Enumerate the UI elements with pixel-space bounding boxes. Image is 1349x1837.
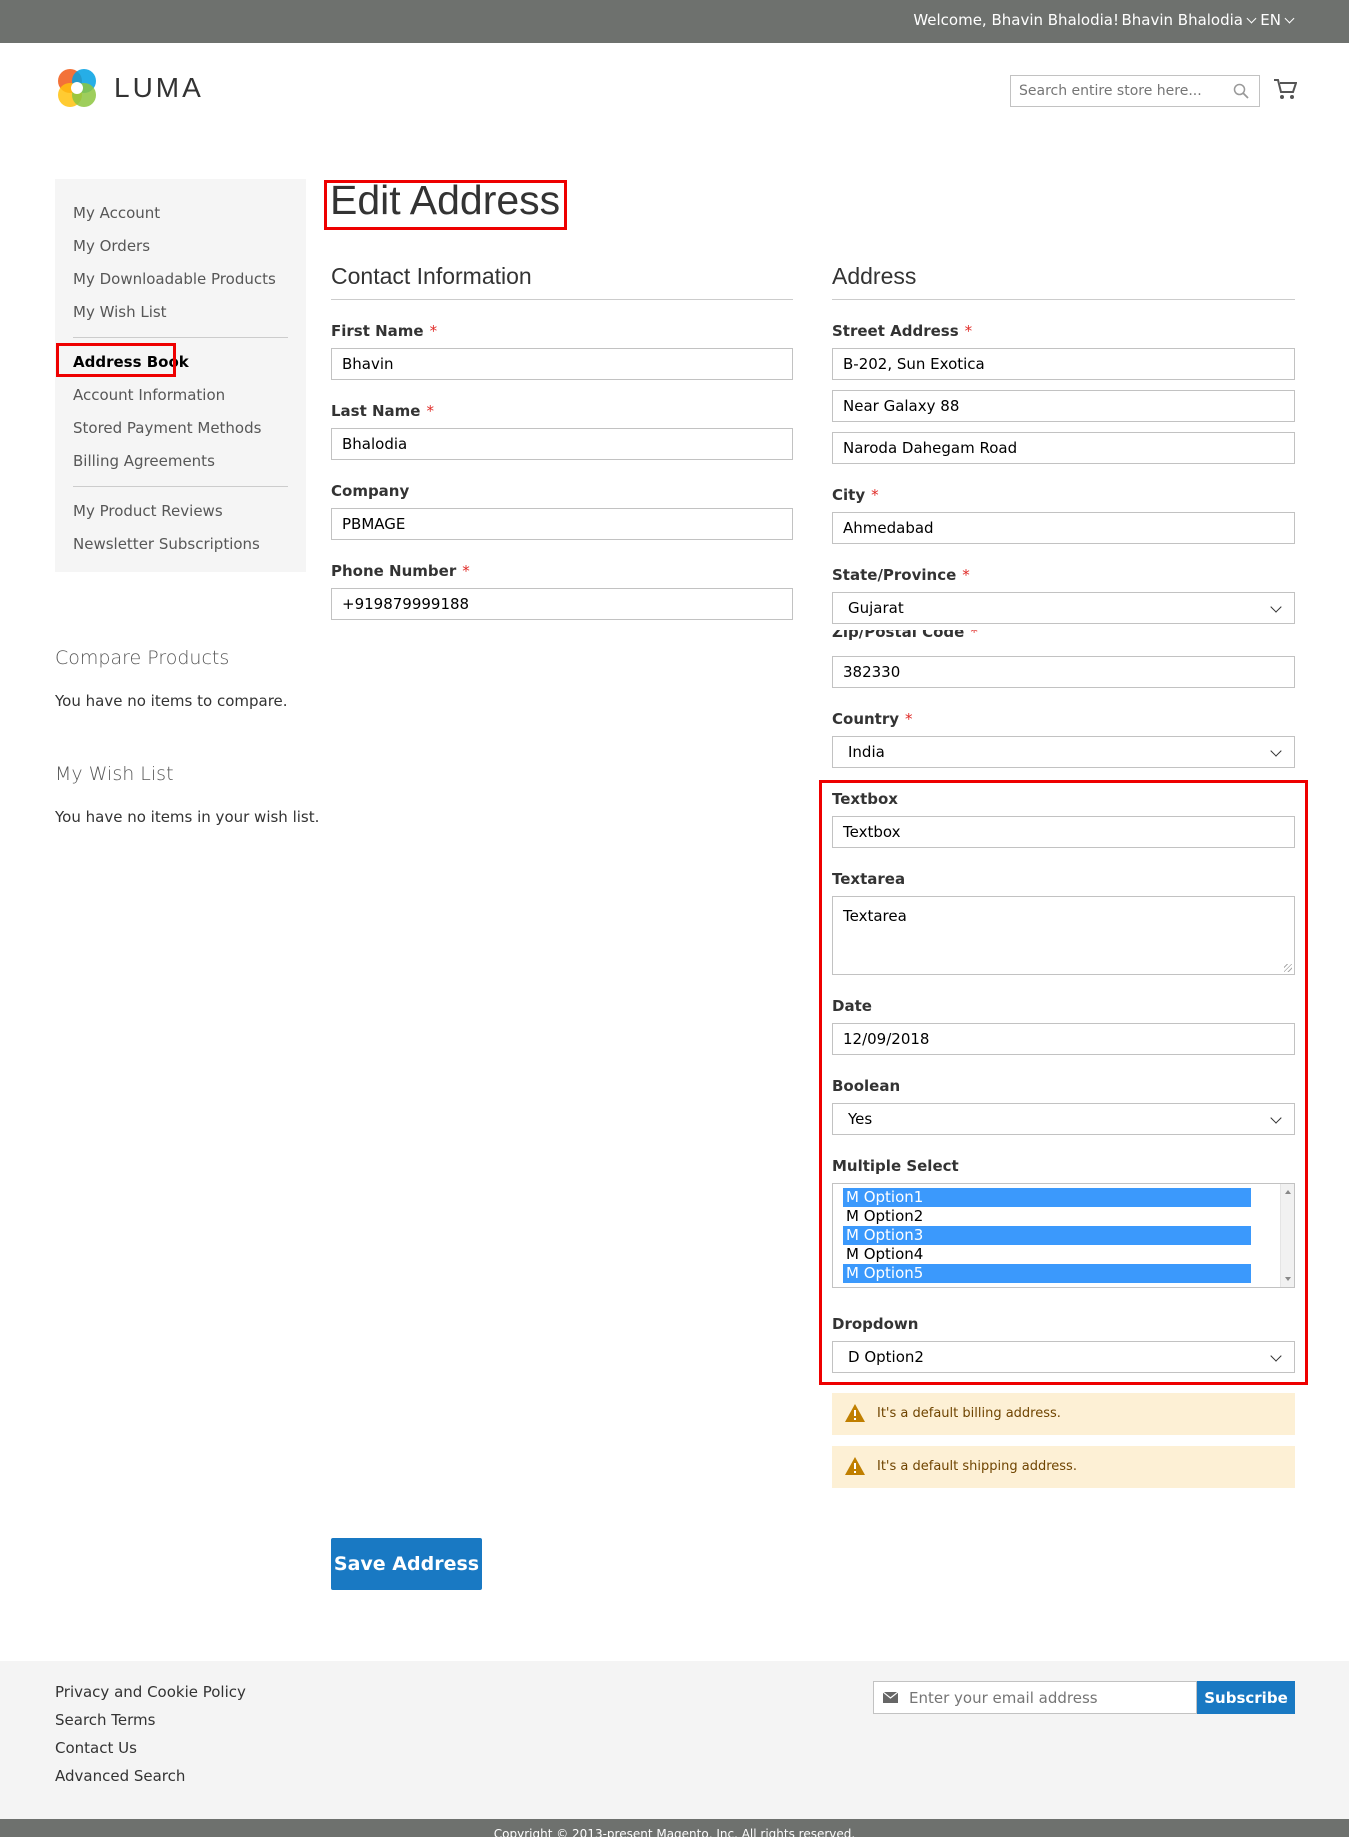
chevron-down-icon xyxy=(1246,13,1257,24)
subscribe-button[interactable]: Subscribe xyxy=(1197,1681,1295,1714)
textbox-label: Textbox xyxy=(832,790,898,808)
warning-icon xyxy=(845,1404,865,1422)
state-label: State/Province * xyxy=(832,566,970,584)
textbox-input[interactable]: Textbox xyxy=(832,816,1295,848)
welcome-message: Welcome, Bhavin Bhalodia! xyxy=(913,11,1119,29)
street-line2-input[interactable]: Near Galaxy 88 xyxy=(832,390,1295,422)
copyright: Copyright © 2013-present Magento, Inc. A… xyxy=(0,1819,1349,1837)
city-input[interactable]: Ahmedabad xyxy=(832,512,1295,544)
language-label: EN xyxy=(1260,11,1281,29)
compare-products-title: Compare Products xyxy=(55,647,230,669)
first-name-input[interactable]: Bhavin xyxy=(331,348,793,380)
company-label: Company xyxy=(331,482,410,500)
address-section-title: Address xyxy=(832,263,917,289)
nav-account-information[interactable]: Account Information xyxy=(55,379,306,412)
multi-option[interactable]: M Option2 xyxy=(843,1207,1251,1226)
boolean-label: Boolean xyxy=(832,1077,901,1095)
footer-link-search-terms[interactable]: Search Terms xyxy=(55,1711,155,1729)
default-billing-notice: It's a default billing address. xyxy=(832,1393,1295,1435)
first-name-label: First Name * xyxy=(331,322,438,340)
nav-wish-list[interactable]: My Wish List xyxy=(55,296,306,329)
compare-products-empty: You have no items to compare. xyxy=(55,692,288,710)
nav-product-reviews[interactable]: My Product Reviews xyxy=(55,495,306,528)
dropdown-label: Dropdown xyxy=(832,1315,919,1333)
logo-text[interactable]: LUMA xyxy=(114,72,204,104)
wishlist-title: My Wish List xyxy=(55,763,174,785)
save-address-button[interactable]: Save Address xyxy=(331,1538,482,1590)
nav-billing-agreements[interactable]: Billing Agreements xyxy=(55,445,306,478)
multiple-select-label: Multiple Select xyxy=(832,1157,959,1175)
street-line1-input[interactable]: B-202, Sun Exotica xyxy=(832,348,1295,380)
annotation-highlight-box xyxy=(56,343,176,377)
multiple-select[interactable]: M Option1 M Option2 M Option3 M Option4 … xyxy=(832,1183,1295,1288)
street-line3-input[interactable]: Naroda Dahegam Road xyxy=(832,432,1295,464)
newsletter-email-input[interactable] xyxy=(909,1682,1189,1713)
warning-icon xyxy=(845,1457,865,1475)
street-label: Street Address * xyxy=(832,322,973,340)
wishlist-empty: You have no items in your wish list. xyxy=(55,808,320,826)
last-name-label: Last Name * xyxy=(331,402,434,420)
nav-downloadable-products[interactable]: My Downloadable Products xyxy=(55,263,306,296)
newsletter-box[interactable] xyxy=(873,1681,1197,1714)
customer-name: Bhavin Bhalodia xyxy=(1121,11,1243,29)
chevron-down-icon xyxy=(1284,13,1295,24)
textarea-label: Textarea xyxy=(832,870,906,888)
nav-divider xyxy=(73,337,288,338)
scroll-down-icon[interactable] xyxy=(1285,1277,1291,1281)
boolean-select[interactable]: Yes xyxy=(832,1103,1295,1135)
search-box[interactable] xyxy=(1010,75,1260,107)
section-divider xyxy=(331,299,793,300)
search-icon[interactable] xyxy=(1233,83,1249,99)
multi-option[interactable]: M Option1 xyxy=(843,1188,1251,1207)
zip-input[interactable]: 382330 xyxy=(832,656,1295,688)
cart-icon[interactable] xyxy=(1273,78,1297,100)
default-shipping-notice: It's a default shipping address. xyxy=(832,1446,1295,1488)
dropdown-select[interactable]: D Option2 xyxy=(832,1341,1295,1373)
company-input[interactable]: PBMAGE xyxy=(331,508,793,540)
zip-label: Zip/Postal Code * xyxy=(832,630,978,641)
date-label: Date xyxy=(832,997,872,1015)
nav-stored-payment-methods[interactable]: Stored Payment Methods xyxy=(55,412,306,445)
phone-label: Phone Number * xyxy=(331,562,470,580)
resize-handle-icon[interactable] xyxy=(1284,964,1292,972)
search-input[interactable] xyxy=(1011,76,1211,106)
scroll-up-icon[interactable] xyxy=(1285,1190,1291,1194)
envelope-icon xyxy=(883,1692,898,1703)
footer-link-privacy[interactable]: Privacy and Cookie Policy xyxy=(55,1683,246,1701)
phone-input[interactable]: +919879999188 xyxy=(331,588,793,620)
footer-link-contact-us[interactable]: Contact Us xyxy=(55,1739,137,1757)
nav-my-account[interactable]: My Account xyxy=(55,197,306,230)
country-label: Country * xyxy=(832,710,913,728)
last-name-input[interactable]: Bhalodia xyxy=(331,428,793,460)
contact-section-title: Contact Information xyxy=(331,263,532,289)
footer-link-advanced-search[interactable]: Advanced Search xyxy=(55,1767,185,1785)
nav-my-orders[interactable]: My Orders xyxy=(55,230,306,263)
textarea-input[interactable]: Textarea xyxy=(832,896,1295,975)
annotation-highlight-box xyxy=(324,180,567,230)
nav-divider xyxy=(73,486,288,487)
country-select[interactable]: India xyxy=(832,736,1295,768)
multi-option[interactable]: M Option5 xyxy=(843,1264,1251,1283)
state-select[interactable]: Gujarat xyxy=(832,592,1295,624)
section-divider xyxy=(832,299,1295,300)
language-switcher[interactable]: EN xyxy=(1260,11,1295,29)
top-bar: Welcome, Bhavin Bhalodia! Bhavin Bhalodi… xyxy=(0,0,1349,43)
notice-text: It's a default shipping address. xyxy=(877,1459,1077,1474)
luma-logo-icon[interactable] xyxy=(55,66,99,110)
date-input[interactable]: 12/09/2018 xyxy=(832,1023,1295,1055)
nav-newsletter-subscriptions[interactable]: Newsletter Subscriptions xyxy=(55,528,306,561)
customer-menu[interactable]: Bhavin Bhalodia xyxy=(1121,11,1257,29)
multi-option[interactable]: M Option4 xyxy=(843,1245,1251,1264)
multi-option[interactable]: M Option3 xyxy=(843,1226,1251,1245)
notice-text: It's a default billing address. xyxy=(877,1406,1061,1421)
textarea-value: Textarea xyxy=(843,907,907,925)
city-label: City * xyxy=(832,486,879,504)
scrollbar[interactable] xyxy=(1280,1184,1294,1287)
